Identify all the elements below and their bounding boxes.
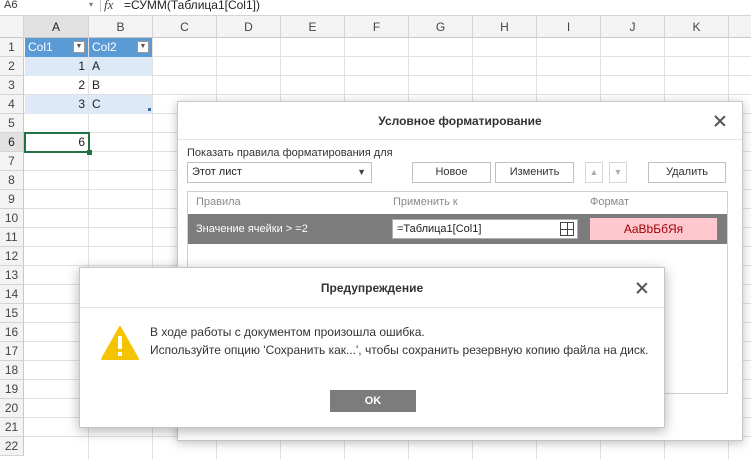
name-box[interactable]: A6 ▾ [0,0,95,14]
rules-scope-select[interactable]: Этот лист ▼ [187,162,372,183]
applies-to-column-header: Применить к [393,196,458,208]
column-header-e[interactable]: E [281,16,345,38]
cell-a1-text: Col1 [28,40,53,54]
show-rules-label: Показать правила форматирования для [187,147,393,159]
row-header-14[interactable]: 14 [0,285,24,304]
row-header-10[interactable]: 10 [0,209,24,228]
row-header-4[interactable]: 4 [0,95,24,114]
format-column-header: Формат [590,196,630,208]
fill-handle[interactable] [87,150,92,155]
warning-icon [101,326,139,360]
warning-dialog-titlebar[interactable]: Предупреждение [80,268,664,308]
column-header-f[interactable]: F [345,16,409,38]
cell-b4[interactable]: C [89,95,152,114]
name-box-value: A6 [4,0,18,11]
row-header-6[interactable]: 6 [0,133,24,152]
filter-dropdown-icon[interactable]: ▼ [73,41,85,53]
chevron-up-icon[interactable]: ▲ [585,162,603,183]
row-header-7[interactable]: 7 [0,152,24,171]
warning-message-line-2: Используйте опцию 'Сохранить как...', чт… [150,343,649,357]
cell-b3[interactable]: B [89,76,152,95]
row-header-8[interactable]: 8 [0,171,24,190]
column-header-d[interactable]: D [217,16,281,38]
name-box-dropdown-icon[interactable]: ▾ [89,0,93,14]
row-header-3[interactable]: 3 [0,76,24,95]
table-header-col1[interactable]: Col1 ▼ [25,38,88,57]
column-header-b[interactable]: B [89,16,153,38]
cell-a4[interactable]: 3 [25,95,88,114]
filter-dropdown-icon[interactable]: ▼ [137,41,149,53]
cf-dialog-titlebar[interactable]: Условное форматирование [178,102,742,140]
row-header-11[interactable]: 11 [0,228,24,247]
applies-to-input[interactable]: =Таблица1[Col1] [392,219,578,239]
cf-dialog-title: Условное форматирование [378,114,542,128]
row-header-17[interactable]: 17 [0,342,24,361]
cell-a3[interactable]: 2 [25,76,88,95]
rules-column-header: Правила [196,196,241,208]
close-icon[interactable] [635,281,649,295]
formula-bar-separator [100,0,101,12]
warning-dialog: Предупреждение В ходе работы с документо… [79,267,665,428]
formula-bar: A6 ▾ fx =СУММ(Таблица1[Col1]) [0,0,751,16]
column-header-l[interactable] [729,16,751,38]
table-resize-handle[interactable] [148,108,151,111]
formula-input[interactable]: =СУММ(Таблица1[Col1]) [124,0,260,14]
row-header-5[interactable]: 5 [0,114,24,133]
cell-b2[interactable]: A [89,57,152,76]
select-all-corner[interactable] [0,16,24,38]
row-header-21[interactable]: 21 [0,418,24,437]
column-header-g[interactable]: G [409,16,473,38]
chevron-down-icon[interactable]: ▼ [609,162,627,183]
row-header-16[interactable]: 16 [0,323,24,342]
rule-row[interactable]: Значение ячейки > =2 =Таблица1[Col1] AaB… [188,214,727,244]
close-icon[interactable] [713,114,727,128]
column-header-h[interactable]: H [473,16,537,38]
edit-rule-button[interactable]: Изменить [495,162,574,183]
rule-condition: Значение ячейки > =2 [196,223,308,235]
row-header-13[interactable]: 13 [0,266,24,285]
warning-dialog-title: Предупреждение [320,281,424,295]
new-rule-button[interactable]: Новое [412,162,491,183]
cell-a2[interactable]: 1 [25,57,88,76]
column-header-k[interactable]: K [665,16,729,38]
row-header-2[interactable]: 2 [0,57,24,76]
delete-rule-button[interactable]: Удалить [648,162,726,183]
ok-button[interactable]: OK [330,390,416,412]
applies-to-value: =Таблица1[Col1] [397,223,482,235]
row-header-18[interactable]: 18 [0,361,24,380]
rules-scope-value: Этот лист [192,166,242,178]
column-header-c[interactable]: C [153,16,217,38]
row-header-19[interactable]: 19 [0,380,24,399]
row-header-9[interactable]: 9 [0,190,24,209]
table-header-col2[interactable]: Col2 ▼ [89,38,152,57]
row-header-20[interactable]: 20 [0,399,24,418]
fx-icon[interactable]: fx [104,0,113,14]
cell-b1-text: Col2 [92,40,117,54]
column-header-a[interactable]: A [24,16,89,38]
column-header-i[interactable]: I [537,16,601,38]
format-preview: AaBbБбЯя [590,218,717,240]
warning-message-line-1: В ходе работы с документом произошла оши… [150,325,425,339]
chevron-down-icon: ▼ [357,167,366,177]
column-header-j[interactable]: J [601,16,665,38]
row-header-1[interactable]: 1 [0,38,24,57]
row-header-15[interactable]: 15 [0,304,24,323]
row-header-12[interactable]: 12 [0,247,24,266]
range-select-icon[interactable] [560,222,574,236]
active-cell-selection [24,132,90,153]
row-header-22[interactable]: 22 [0,437,24,456]
